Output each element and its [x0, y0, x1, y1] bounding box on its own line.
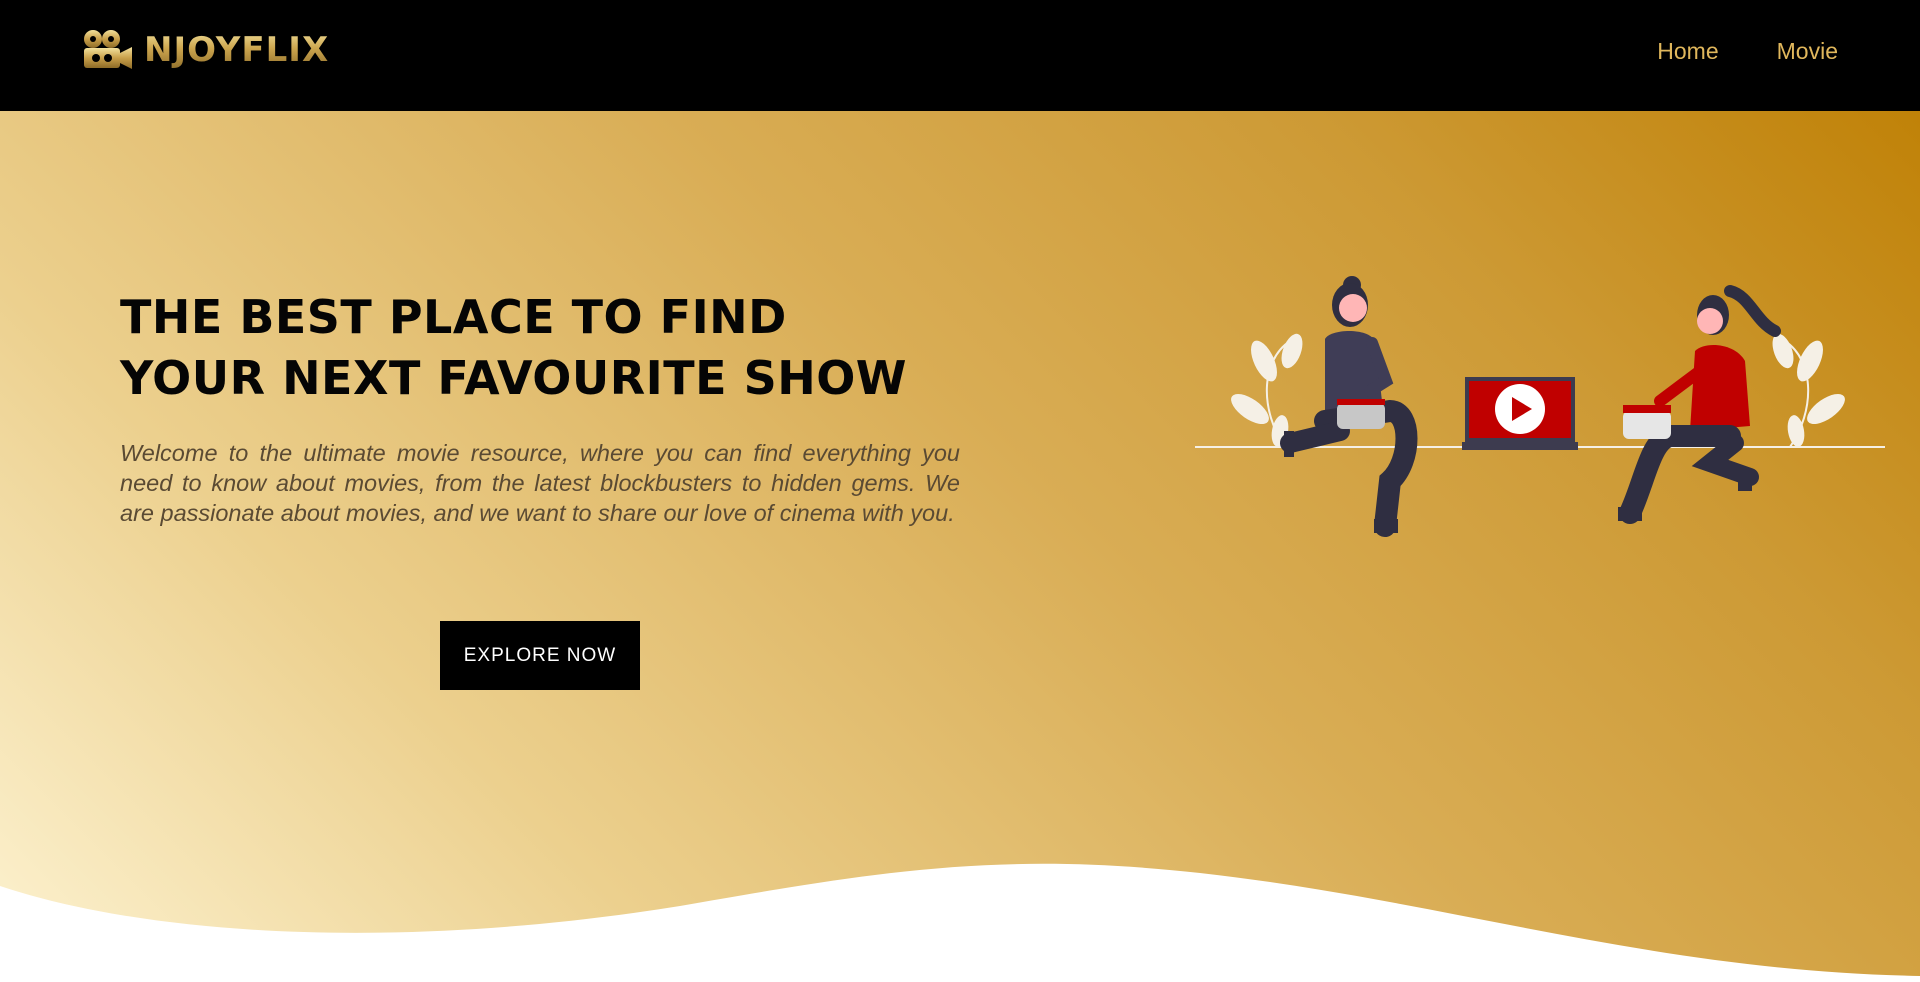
nav-link-movie[interactable]: Movie	[1777, 38, 1838, 65]
hero-section: THE BEST PLACE TO FIND YOUR NEXT FAVOURI…	[0, 111, 1920, 982]
brand-logo[interactable]: NJOYFLIX	[82, 28, 329, 72]
nav-link-home[interactable]: Home	[1657, 38, 1718, 65]
brand-name: NJOYFLIX	[144, 30, 330, 70]
explore-now-button[interactable]: EXPLORE NOW	[440, 621, 640, 690]
main-nav: Home Movie	[1657, 38, 1838, 65]
hero-description: Welcome to the ultimate movie resource, …	[120, 440, 960, 526]
headline-line-2: YOUR NEXT FAVOURITE SHOW	[120, 351, 908, 405]
hero-headline: THE BEST PLACE TO FIND YOUR NEXT FAVOURI…	[120, 287, 980, 409]
people-watching-video-illustration	[1195, 276, 1885, 537]
laptop-play-icon	[1462, 377, 1578, 450]
navbar: NJOYFLIX Home Movie	[0, 0, 1920, 111]
right-plant-icon	[1772, 333, 1845, 448]
woman-right-figure	[1618, 285, 1781, 524]
film-camera-icon	[84, 30, 132, 69]
headline-line-1: THE BEST PLACE TO FIND	[120, 290, 787, 344]
woman-left-figure	[1280, 276, 1418, 537]
left-plant-icon	[1231, 333, 1303, 448]
